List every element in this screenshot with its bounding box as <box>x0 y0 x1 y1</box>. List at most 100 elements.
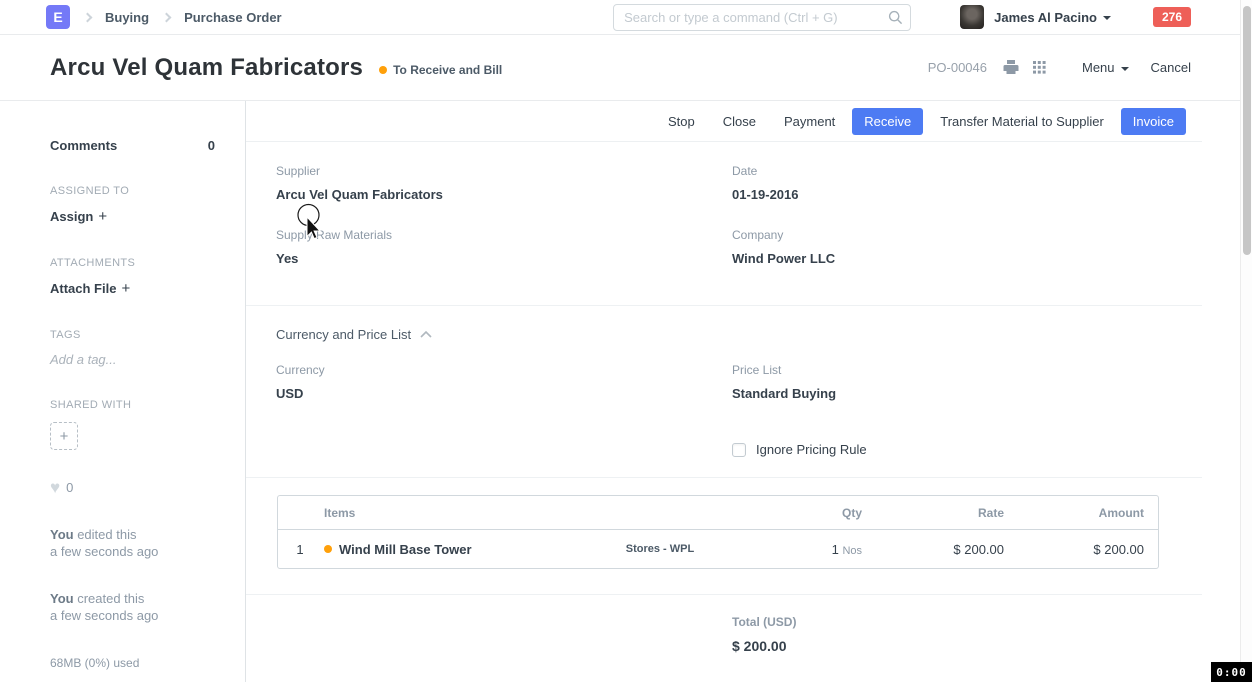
print-icon[interactable] <box>1003 60 1019 75</box>
attachments-heading: ATTACHMENTS <box>50 257 215 269</box>
checkbox-label: Ignore Pricing Rule <box>756 442 867 457</box>
chevron-right-icon <box>83 12 93 22</box>
field-price-list: Price List Standard Buying <box>732 363 1202 401</box>
share-add-button[interactable]: + <box>50 422 78 450</box>
payment-button[interactable]: Payment <box>773 108 846 135</box>
field-label: Company <box>732 228 1202 242</box>
search-icon <box>888 10 903 28</box>
field-supply-raw-materials: Supply Raw Materials Yes <box>276 228 732 266</box>
activity-actor: You <box>50 591 74 606</box>
heart-icon: ♥ <box>50 481 60 495</box>
field-value[interactable]: Yes <box>276 251 732 266</box>
field-value[interactable]: Standard Buying <box>732 386 1202 401</box>
attach-file-label: Attach File <box>50 281 116 296</box>
tags-heading: TAGS <box>50 329 215 341</box>
field-value[interactable]: USD <box>276 386 732 401</box>
like-count: 0 <box>66 480 73 495</box>
header-items: Items <box>322 506 560 520</box>
item-name[interactable]: Wind Mill Base Tower <box>339 542 472 557</box>
field-label: Date <box>732 164 1202 178</box>
header-qty: Qty <box>760 506 876 520</box>
activity-when: a few seconds ago <box>50 608 158 623</box>
breadcrumb-purchase-order[interactable]: Purchase Order <box>184 10 282 25</box>
comments-count: 0 <box>208 138 215 153</box>
status-dot-icon <box>379 66 387 74</box>
vertical-scrollbar <box>1240 0 1252 682</box>
navbar: E Buying Purchase Order James Al Pacino … <box>0 0 1252 35</box>
checkbox-icon[interactable] <box>732 443 746 457</box>
page-title: Arcu Vel Quam Fabricators <box>50 54 363 82</box>
field-label: Currency <box>276 363 732 377</box>
notification-badge[interactable]: 276 <box>1153 7 1191 27</box>
section-toggle-currency[interactable]: Currency and Price List <box>246 327 1202 342</box>
table-row[interactable]: 1 Wind Mill Base Tower Stores - WPL 1 No… <box>278 530 1158 568</box>
field-currency: Currency USD <box>276 363 732 401</box>
activity-action: edited this <box>74 527 137 542</box>
breadcrumb-buying[interactable]: Buying <box>105 10 149 25</box>
total-value: $ 200.00 <box>732 638 1202 654</box>
attach-file-button[interactable]: Attach File+ <box>50 280 215 297</box>
section-title: Currency and Price List <box>276 327 411 342</box>
field-supplier: Supplier Arcu Vel Quam Fabricators <box>276 164 732 202</box>
global-search <box>613 4 911 31</box>
cancel-button[interactable]: Cancel <box>1151 60 1191 75</box>
activity-entry: You created this a few seconds ago <box>50 590 215 624</box>
field-label: Price List <box>732 363 1202 377</box>
assign-label: Assign <box>50 209 93 224</box>
form-section-main: Supplier Arcu Vel Quam Fabricators Date … <box>246 142 1202 305</box>
sidebar-item-comments[interactable]: Comments 0 <box>50 138 215 153</box>
header-rate: Rate <box>876 506 1012 520</box>
stop-button[interactable]: Stop <box>657 108 706 135</box>
item-status-dot-icon <box>324 545 332 553</box>
close-button[interactable]: Close <box>712 108 767 135</box>
activity-action: created this <box>74 591 145 606</box>
header-amount: Amount <box>1012 506 1158 520</box>
add-tag-input[interactable]: Add a tag... <box>50 352 215 367</box>
main-content: Stop Close Payment Receive Transfer Mate… <box>246 101 1252 682</box>
assign-button[interactable]: Assign+ <box>50 208 215 225</box>
row-index: 1 <box>278 542 322 557</box>
workflow-toolbar: Stop Close Payment Receive Transfer Mate… <box>246 101 1202 142</box>
shared-with-heading: SHARED WITH <box>50 399 215 411</box>
form-section-currency: Currency and Price List Currency USD Pri… <box>246 305 1202 477</box>
app-logo[interactable]: E <box>46 5 70 29</box>
field-label: Supply Raw Materials <box>276 228 732 242</box>
avatar[interactable] <box>960 5 984 29</box>
page-head: Arcu Vel Quam Fabricators To Receive and… <box>0 35 1252 101</box>
receive-button[interactable]: Receive <box>852 108 923 135</box>
menu-button[interactable]: Menu <box>1082 60 1129 75</box>
row-item: Wind Mill Base Tower <box>322 542 560 557</box>
plus-icon: + <box>60 428 69 445</box>
recording-timer: 0:00 <box>1211 662 1252 682</box>
activity-entry: You edited this a few seconds ago <box>50 526 215 560</box>
layout: Comments 0 ASSIGNED TO Assign+ ATTACHMEN… <box>0 101 1252 682</box>
field-date: Date 01-19-2016 <box>732 164 1202 202</box>
chevron-right-icon <box>162 12 172 22</box>
row-rate: $ 200.00 <box>876 542 1012 557</box>
ignore-pricing-rule-checkbox[interactable]: Ignore Pricing Rule <box>732 442 1202 457</box>
scrollbar-thumb[interactable] <box>1243 6 1251 255</box>
items-table-header: Items Qty Rate Amount <box>278 496 1158 530</box>
total-label: Total (USD) <box>732 615 1202 629</box>
like-button[interactable]: ♥ 0 <box>50 480 215 495</box>
search-input[interactable] <box>613 4 911 31</box>
document-id[interactable]: PO-00046 <box>928 60 987 75</box>
items-table: Items Qty Rate Amount 1 Wind Mill Base T… <box>277 495 1159 569</box>
menu-label: Menu <box>1082 60 1115 75</box>
invoice-button[interactable]: Invoice <box>1121 108 1186 135</box>
page-head-actions: PO-00046 Menu Cancel <box>928 60 1191 75</box>
transfer-material-button[interactable]: Transfer Material to Supplier <box>929 108 1115 135</box>
field-value[interactable]: Wind Power LLC <box>732 251 1202 266</box>
form-section-totals: Total (USD) $ 200.00 <box>246 594 1202 654</box>
activity-when: a few seconds ago <box>50 544 158 559</box>
activity-actor: You <box>50 527 74 542</box>
field-company: Company Wind Power LLC <box>732 228 1202 266</box>
row-qty: 1 Nos <box>760 542 876 557</box>
grid-view-icon[interactable] <box>1033 61 1046 74</box>
storage-usage: 68MB (0%) used <box>50 656 215 670</box>
user-menu[interactable]: James Al Pacino <box>994 10 1111 25</box>
row-warehouse: Stores - WPL <box>560 543 760 555</box>
field-value[interactable]: 01-19-2016 <box>732 187 1202 202</box>
field-value[interactable]: Arcu Vel Quam Fabricators <box>276 187 732 202</box>
chevron-down-icon <box>1121 67 1129 71</box>
